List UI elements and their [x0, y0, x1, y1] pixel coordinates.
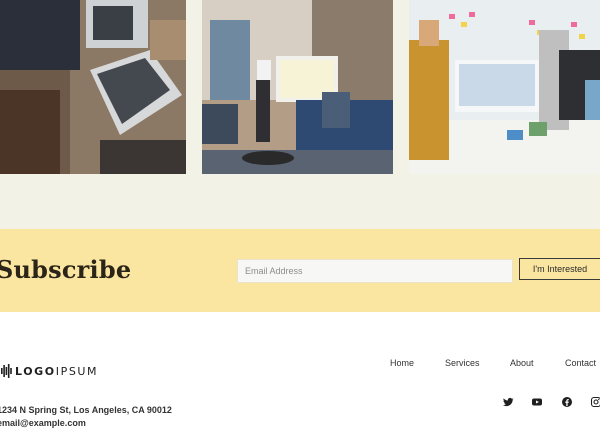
nav-services-link[interactable]: Services: [445, 358, 480, 368]
subscribe-title: Subscribe: [0, 255, 132, 284]
im-interested-button[interactable]: I'm Interested: [519, 258, 600, 280]
nav-contact-link[interactable]: Contact: [565, 358, 596, 368]
youtube-icon[interactable]: [531, 396, 543, 408]
laptop-desk-photo: [0, 0, 186, 174]
nav-about-link[interactable]: About: [510, 358, 534, 368]
footer-email[interactable]: email@example.com: [0, 418, 86, 428]
sticky-notes-meeting-photo: [409, 0, 600, 174]
instagram-icon[interactable]: [590, 396, 600, 408]
facebook-icon[interactable]: [561, 396, 573, 408]
photo-gallery: [0, 0, 600, 174]
email-address-input[interactable]: [237, 259, 513, 283]
footer-address: 1234 N Spring St, Los Angeles, CA 90012: [0, 405, 172, 415]
twitter-icon[interactable]: [502, 396, 514, 408]
spacer-band: [0, 174, 600, 229]
footer-nav: Home Services About Contact: [0, 358, 600, 372]
nav-home-link[interactable]: Home: [390, 358, 414, 368]
team-brainstorm-photo: [202, 0, 393, 174]
